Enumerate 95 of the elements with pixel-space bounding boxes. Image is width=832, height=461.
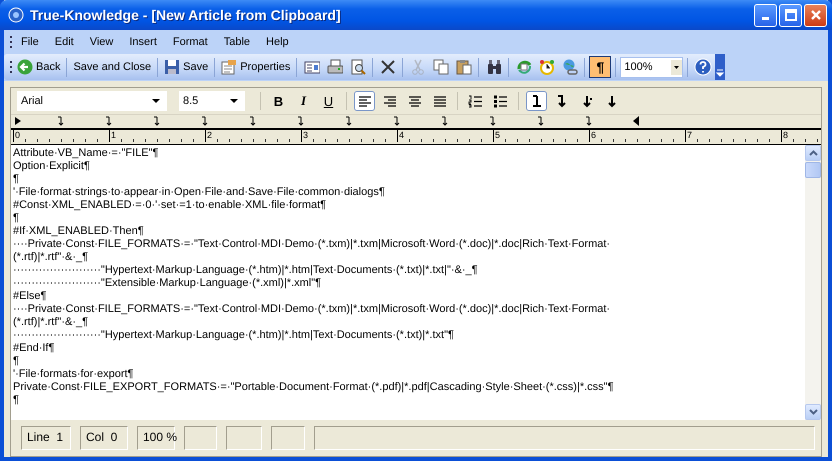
menu-item[interactable]: Table — [216, 34, 258, 50]
justify-icon — [432, 94, 446, 108]
text-line: Attribute·VB_Name·=·"FILE"¶ — [13, 147, 160, 160]
card-icon — [304, 59, 320, 75]
minimize-button[interactable] — [754, 4, 777, 26]
ruler-number: 4 — [398, 130, 404, 140]
toolbar-button[interactable]: Properties — [219, 57, 292, 77]
dropdown-arrow-icon — [229, 98, 239, 104]
text-line: #Const·XML_ENABLED·=·0·'·set·=1·to·enable·XML·file·format¶ — [13, 199, 328, 212]
status-panel: Col 0 — [80, 426, 128, 450]
caret-down-icon — [808, 409, 818, 415]
pilcrow-toggle[interactable]: ¶ — [589, 56, 612, 78]
menu-item[interactable]: File — [13, 34, 47, 50]
text-line: ¶ — [13, 173, 20, 186]
toolbar-button[interactable]: Save — [162, 57, 210, 77]
print-preview-icon — [350, 59, 366, 75]
globe-link-icon — [562, 59, 578, 75]
text-line: ························"Extensible·Markup·Language·(*.xml)|*.xml"¶ — [13, 277, 322, 290]
left-tab-button[interactable] — [526, 91, 547, 111]
text-line: #Else¶ — [13, 290, 48, 303]
ruler-number: 8 — [782, 130, 788, 140]
scroll-down-button[interactable] — [805, 404, 821, 420]
menu-item[interactable]: Help — [258, 34, 297, 50]
binoculars-icon — [486, 59, 502, 75]
menu-item[interactable]: Edit — [46, 34, 82, 50]
text-line: ····Private·Const·FILE_FORMATS·=·"Text·Control·MDI·Demo·(*.txm)|*.txm|Microsoft·Word·(*.doc)|*.doc|Rich·Text·Format· — [13, 303, 612, 316]
grip-icon — [10, 34, 13, 48]
toolbar-button[interactable]: Save and Close — [71, 59, 154, 75]
copy-icon — [432, 59, 449, 75]
text-line: #If·XML_ENABLED·Then¶ — [13, 225, 145, 238]
menu-item[interactable]: Insert — [121, 34, 165, 50]
close-button[interactable] — [804, 4, 827, 26]
font-size-combo[interactable]: 8.5 — [179, 91, 245, 111]
caret-up-icon — [808, 150, 818, 156]
style-button[interactable]: U — [318, 91, 339, 111]
text-line: '·File·formats·for·export¶ — [13, 368, 134, 381]
text-line: (*.rtf)|*.rtf"·&·_¶ — [13, 251, 90, 264]
align-left-icon — [358, 94, 372, 108]
scissors-icon — [410, 59, 426, 75]
status-panel — [184, 426, 217, 450]
ruler-number: 7 — [686, 130, 692, 140]
text-line: '·File·format·strings·to·appear·in·Open·File·and·Save·File·common·dialogs¶ — [13, 186, 386, 199]
delete-icon — [380, 59, 396, 75]
scroll-thumb[interactable] — [805, 162, 821, 178]
help-button[interactable] — [692, 56, 714, 78]
numbered-list-icon — [468, 94, 483, 108]
maximize-icon — [784, 9, 796, 21]
close-icon — [810, 9, 822, 21]
ruler-number: 0 — [14, 130, 20, 140]
status-panel — [226, 426, 262, 450]
text-line: ¶ — [13, 355, 20, 368]
text-line: Option·Explicit¶ — [13, 160, 91, 173]
scrollbar[interactable] — [805, 145, 821, 420]
align-center-icon — [408, 94, 422, 108]
refresh-icon — [516, 59, 532, 75]
menu-item[interactable]: View — [82, 34, 122, 50]
text-line: ························"Hypertext·Markup·Language·(*.htm)|*.htm|Text·Documents·(*.txt)|*.txt"¶ — [13, 329, 455, 342]
ruler-number: 1 — [110, 130, 116, 140]
ruler-number: 5 — [494, 130, 500, 140]
help-icon — [694, 58, 712, 76]
toolbar-options-icon — [715, 54, 726, 80]
text-line: #End·If¶ — [13, 342, 56, 355]
bulleted-list-icon — [493, 94, 508, 108]
status-panel — [271, 426, 305, 450]
text-line: ························"Hypertext·Markup·Language·(*.htm)|*.htm|Text·Documents·(*.txt)|*.txt|"·&·_¶ — [13, 264, 479, 277]
window-title: True-Knowledge - [New Article from Clipboard] — [30, 7, 341, 23]
text-line: Private·Const·FILE_EXPORT_FORMATS·=·"Portable·Document·Format·(*.pdf)|*.pdf|Cascading·Style·Sheet·(*.css)|*.css"¶ — [13, 381, 614, 394]
style-button[interactable]: B — [268, 91, 289, 111]
ruler-number: 3 — [302, 130, 308, 140]
document-area[interactable] — [11, 145, 805, 420]
alarm-clock-icon — [538, 59, 555, 75]
style-button[interactable]: I — [293, 91, 314, 111]
zoom-combo[interactable]: 100% — [620, 56, 684, 78]
scroll-up-button[interactable] — [805, 145, 821, 161]
printer-icon — [326, 59, 343, 75]
ruler-number: 6 — [590, 130, 596, 140]
align-right-icon — [382, 94, 396, 108]
menu-item[interactable]: Format — [164, 34, 216, 50]
status-panel: Line 1 — [21, 426, 71, 450]
text-line: ····Private·Const·FILE_FORMATS·=·"Text·Control·MDI·Demo·(*.txm)|*.txm|Microsoft·Word·(*.doc)|*.doc|Rich·Text·Format· — [13, 238, 612, 251]
text-line: (*.rtf)|*.rtf"·&·_¶ — [13, 316, 90, 329]
paste-icon — [456, 59, 472, 75]
app-icon — [8, 7, 24, 23]
toolbar-button[interactable]: Back — [15, 57, 62, 77]
grip-icon — [10, 60, 13, 74]
dropdown-arrow-icon — [151, 98, 161, 104]
text-line: ¶ — [13, 394, 20, 407]
status-panel: 100 % — [137, 426, 175, 450]
maximize-button[interactable] — [779, 4, 802, 26]
ruler-number: 2 — [206, 130, 212, 140]
text-line: ¶ — [13, 212, 20, 225]
minimize-icon — [762, 17, 769, 20]
align-left-button[interactable] — [354, 91, 375, 111]
font-combo[interactable]: Arial — [17, 91, 167, 111]
properties-icon — [221, 59, 238, 75]
